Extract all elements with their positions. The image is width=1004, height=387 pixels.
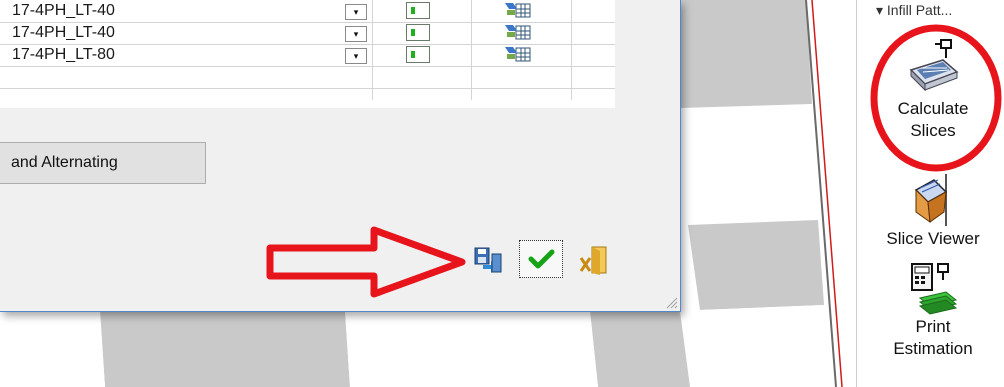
material-dropdown-button[interactable]: ▾ bbox=[345, 26, 367, 42]
material-properties-icon[interactable] bbox=[406, 24, 430, 41]
ok-button[interactable] bbox=[519, 240, 563, 278]
print-estimation-button[interactable]: Print Estimation bbox=[862, 262, 1004, 360]
ribbon-divider bbox=[856, 0, 857, 387]
print-estimation-label-line2: Estimation bbox=[893, 339, 973, 358]
red-arrow-annotation-icon bbox=[266, 226, 466, 298]
material-properties-icon[interactable] bbox=[406, 46, 430, 63]
slice-viewer-label: Slice Viewer bbox=[886, 229, 980, 248]
material-grid-edit-icon[interactable] bbox=[504, 23, 532, 41]
ribbon-group-label[interactable]: ▾ Infill Patt... bbox=[876, 2, 952, 19]
material-name-cell: 17-4PH_LT-40 bbox=[12, 2, 115, 19]
resize-grip-icon[interactable] bbox=[664, 295, 678, 309]
material-dropdown-button[interactable]: ▾ bbox=[345, 48, 367, 64]
green-check-icon bbox=[528, 249, 555, 269]
table-gridline bbox=[0, 88, 615, 89]
table-gridline bbox=[0, 66, 615, 67]
material-grid-edit-icon[interactable] bbox=[504, 45, 532, 63]
table-row[interactable]: 17-4PH_LT-40 ▾ bbox=[0, 0, 615, 22]
material-name-cell: 17-4PH_LT-80 bbox=[12, 46, 115, 63]
table-row[interactable]: 17-4PH_LT-40 ▾ bbox=[0, 22, 615, 44]
material-grid-edit-icon[interactable] bbox=[504, 1, 532, 19]
table-row[interactable]: 17-4PH_LT-80 ▾ bbox=[0, 44, 615, 66]
alternating-mode-button[interactable]: and Alternating bbox=[0, 142, 206, 184]
slice-viewer-icon bbox=[914, 174, 948, 226]
save-apply-icon[interactable] bbox=[473, 246, 503, 274]
slice-viewer-button[interactable]: Slice Viewer bbox=[862, 170, 1004, 250]
material-table: 17-4PH_LT-40 ▾ 17-4PH_LT-40 ▾ 17-4PH_LT-… bbox=[0, 0, 615, 108]
print-estimation-label: Print bbox=[915, 317, 951, 336]
cancel-exit-icon[interactable] bbox=[578, 244, 612, 276]
red-circle-annotation-icon bbox=[870, 24, 1002, 172]
material-properties-icon[interactable] bbox=[406, 2, 430, 19]
print-estimation-icon bbox=[911, 263, 958, 315]
material-dropdown-button[interactable]: ▾ bbox=[345, 4, 367, 20]
material-name-cell: 17-4PH_LT-40 bbox=[12, 24, 115, 41]
